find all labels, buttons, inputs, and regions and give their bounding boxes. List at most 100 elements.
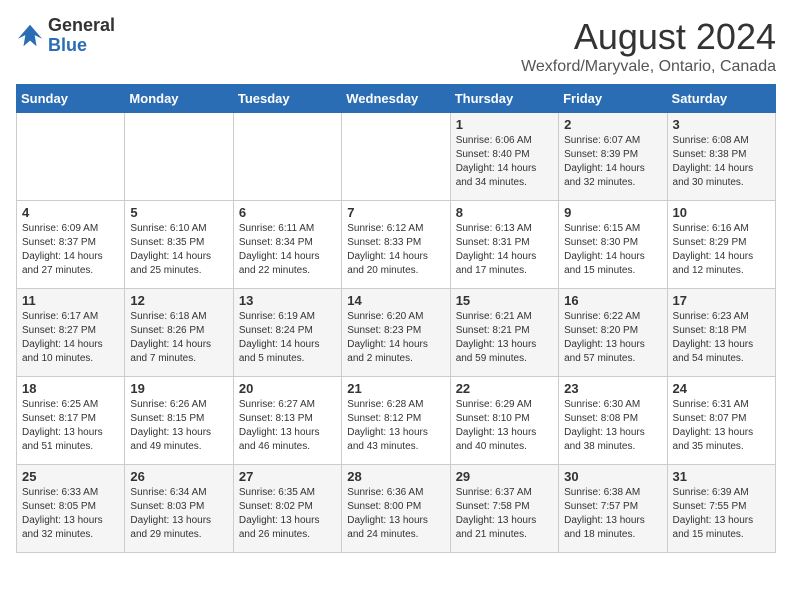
week-row-1: 1 Sunrise: 6:06 AM Sunset: 8:40 PM Daylig… [17, 113, 776, 201]
day-info: Sunrise: 6:26 AM Sunset: 8:15 PM Dayligh… [130, 398, 227, 454]
day-info: Sunrise: 6:39 AM Sunset: 7:55 PM Dayligh… [673, 486, 770, 542]
title-area: August 2024 Wexford/Maryvale, Ontario, C… [521, 16, 776, 76]
calendar-table: SundayMondayTuesdayWednesdayThursdayFrid… [16, 84, 776, 553]
calendar-cell: 6Sunrise: 6:11 AM Sunset: 8:34 PM Daylig… [233, 201, 341, 289]
calendar-cell: 19Sunrise: 6:26 AM Sunset: 8:15 PM Dayli… [125, 377, 233, 465]
calendar-cell: 12 Sunrise: 6:18 AM Sunset: 8:26 PM Dayli… [125, 289, 233, 377]
day-number: 21 [347, 381, 444, 396]
day-number: 28 [347, 469, 444, 484]
header-sunday: Sunday [17, 85, 125, 113]
day-info: Sunrise: 6:12 AM Sunset: 8:33 PM Dayligh… [347, 222, 444, 278]
day-info: Sunrise: 6:34 AM Sunset: 8:03 PM Dayligh… [130, 486, 227, 542]
calendar-cell: 9 Sunrise: 6:15 AM Sunset: 8:30 PM Daylig… [559, 201, 667, 289]
day-info: Sunrise: 6:07 AM Sunset: 8:39 PM Dayligh… [564, 134, 661, 190]
header-saturday: Saturday [667, 85, 775, 113]
calendar-cell: 20Sunrise: 6:27 AM Sunset: 8:13 PM Dayli… [233, 377, 341, 465]
day-info: Sunrise: 6:28 AM Sunset: 8:12 PM Dayligh… [347, 398, 444, 454]
day-info: Sunrise: 6:18 AM Sunset: 8:26 PM Dayligh… [130, 310, 227, 366]
day-info: Sunrise: 6:36 AM Sunset: 8:00 PM Dayligh… [347, 486, 444, 542]
day-number: 12 [130, 293, 227, 308]
calendar-cell: 8 Sunrise: 6:13 AM Sunset: 8:31 PM Daylig… [450, 201, 558, 289]
day-info: Sunrise: 6:29 AM Sunset: 8:10 PM Dayligh… [456, 398, 553, 454]
calendar-cell: 27 Sunrise: 6:35 AM Sunset: 8:02 PM Dayli… [233, 465, 341, 553]
day-info: Sunrise: 6:09 AM Sunset: 8:37 PM Dayligh… [22, 222, 119, 278]
day-info: Sunrise: 6:13 AM Sunset: 8:31 PM Dayligh… [456, 222, 553, 278]
day-info: Sunrise: 6:38 AM Sunset: 7:57 PM Dayligh… [564, 486, 661, 542]
logo-general: General [48, 15, 115, 35]
day-number: 20 [239, 381, 336, 396]
calendar-cell [342, 113, 450, 201]
day-number: 26 [130, 469, 227, 484]
week-row-5: 25 Sunrise: 6:33 AM Sunset: 8:05 PM Dayli… [17, 465, 776, 553]
day-number: 25 [22, 469, 119, 484]
day-number: 13 [239, 293, 336, 308]
calendar-cell: 15 Sunrise: 6:21 AM Sunset: 8:21 PM Dayli… [450, 289, 558, 377]
day-info: Sunrise: 6:35 AM Sunset: 8:02 PM Dayligh… [239, 486, 336, 542]
day-info: Sunrise: 6:17 AM Sunset: 8:27 PM Dayligh… [22, 310, 119, 366]
day-number: 29 [456, 469, 553, 484]
logo: General Blue [16, 16, 115, 56]
week-row-4: 18Sunrise: 6:25 AM Sunset: 8:17 PM Dayli… [17, 377, 776, 465]
day-number: 16 [564, 293, 661, 308]
day-number: 17 [673, 293, 770, 308]
day-info: Sunrise: 6:37 AM Sunset: 7:58 PM Dayligh… [456, 486, 553, 542]
logo-text: General Blue [48, 16, 115, 56]
header-thursday: Thursday [450, 85, 558, 113]
subtitle: Wexford/Maryvale, Ontario, Canada [521, 58, 776, 76]
calendar-cell: 29 Sunrise: 6:37 AM Sunset: 7:58 PM Dayli… [450, 465, 558, 553]
day-number: 3 [673, 117, 770, 132]
calendar-cell: 17Sunrise: 6:23 AM Sunset: 8:18 PM Dayli… [667, 289, 775, 377]
calendar-cell: 23Sunrise: 6:30 AM Sunset: 8:08 PM Dayli… [559, 377, 667, 465]
logo-blue: Blue [48, 35, 87, 55]
calendar-cell: 18Sunrise: 6:25 AM Sunset: 8:17 PM Dayli… [17, 377, 125, 465]
calendar-cell: 31 Sunrise: 6:39 AM Sunset: 7:55 PM Dayli… [667, 465, 775, 553]
calendar-cell: 26 Sunrise: 6:34 AM Sunset: 8:03 PM Dayli… [125, 465, 233, 553]
day-info: Sunrise: 6:21 AM Sunset: 8:21 PM Dayligh… [456, 310, 553, 366]
day-info: Sunrise: 6:11 AM Sunset: 8:34 PM Dayligh… [239, 222, 336, 278]
day-info: Sunrise: 6:06 AM Sunset: 8:40 PM Dayligh… [456, 134, 553, 190]
calendar-cell [125, 113, 233, 201]
day-number: 1 [456, 117, 553, 132]
day-info: Sunrise: 6:22 AM Sunset: 8:20 PM Dayligh… [564, 310, 661, 366]
header-tuesday: Tuesday [233, 85, 341, 113]
calendar-cell: 30 Sunrise: 6:38 AM Sunset: 7:57 PM Dayli… [559, 465, 667, 553]
calendar-cell: 5Sunrise: 6:10 AM Sunset: 8:35 PM Daylig… [125, 201, 233, 289]
day-info: Sunrise: 6:08 AM Sunset: 8:38 PM Dayligh… [673, 134, 770, 190]
calendar-cell [233, 113, 341, 201]
day-info: Sunrise: 6:33 AM Sunset: 8:05 PM Dayligh… [22, 486, 119, 542]
day-number: 7 [347, 205, 444, 220]
day-info: Sunrise: 6:16 AM Sunset: 8:29 PM Dayligh… [673, 222, 770, 278]
calendar-cell: 11 Sunrise: 6:17 AM Sunset: 8:27 PM Dayli… [17, 289, 125, 377]
logo-icon [16, 22, 44, 50]
header: General Blue August 2024 Wexford/Maryval… [16, 16, 776, 76]
day-number: 30 [564, 469, 661, 484]
day-number: 11 [22, 293, 119, 308]
day-info: Sunrise: 6:15 AM Sunset: 8:30 PM Dayligh… [564, 222, 661, 278]
week-row-2: 4 Sunrise: 6:09 AM Sunset: 8:37 PM Daylig… [17, 201, 776, 289]
day-number: 4 [22, 205, 119, 220]
day-info: Sunrise: 6:20 AM Sunset: 8:23 PM Dayligh… [347, 310, 444, 366]
header-friday: Friday [559, 85, 667, 113]
calendar-cell: 14 Sunrise: 6:20 AM Sunset: 8:23 PM Dayli… [342, 289, 450, 377]
header-monday: Monday [125, 85, 233, 113]
calendar-cell: 16 Sunrise: 6:22 AM Sunset: 8:20 PM Dayli… [559, 289, 667, 377]
calendar-cell: 3 Sunrise: 6:08 AM Sunset: 8:38 PM Daylig… [667, 113, 775, 201]
day-number: 23 [564, 381, 661, 396]
day-number: 14 [347, 293, 444, 308]
day-info: Sunrise: 6:19 AM Sunset: 8:24 PM Dayligh… [239, 310, 336, 366]
day-number: 9 [564, 205, 661, 220]
header-wednesday: Wednesday [342, 85, 450, 113]
calendar-cell: 4 Sunrise: 6:09 AM Sunset: 8:37 PM Daylig… [17, 201, 125, 289]
day-number: 27 [239, 469, 336, 484]
day-number: 10 [673, 205, 770, 220]
day-number: 8 [456, 205, 553, 220]
day-number: 31 [673, 469, 770, 484]
day-info: Sunrise: 6:10 AM Sunset: 8:35 PM Dayligh… [130, 222, 227, 278]
day-number: 22 [456, 381, 553, 396]
day-number: 18 [22, 381, 119, 396]
calendar-cell: 22 Sunrise: 6:29 AM Sunset: 8:10 PM Dayli… [450, 377, 558, 465]
calendar-cell [17, 113, 125, 201]
day-info: Sunrise: 6:31 AM Sunset: 8:07 PM Dayligh… [673, 398, 770, 454]
day-number: 15 [456, 293, 553, 308]
calendar-cell: 2Sunrise: 6:07 AM Sunset: 8:39 PM Daylig… [559, 113, 667, 201]
